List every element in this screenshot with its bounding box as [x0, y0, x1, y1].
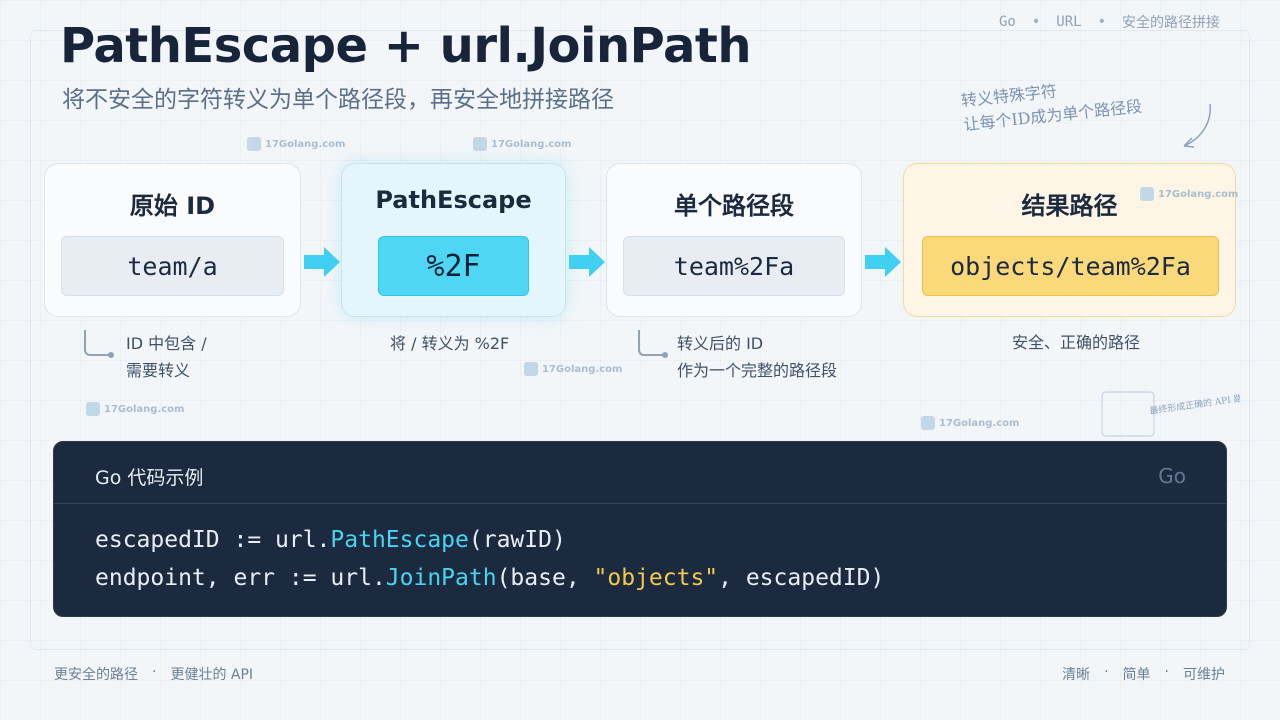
- watermark-logo-icon: [247, 137, 261, 151]
- corner-note: 最终形成正确的 API 路径: [1149, 391, 1240, 417]
- topnav-item-go: Go: [998, 14, 1016, 30]
- watermark-logo-icon: [473, 137, 487, 151]
- separator-dot: ·: [152, 664, 157, 680]
- caption-line: ID 中包含 /: [126, 334, 207, 353]
- code-header: Go 代码示例 Go: [54, 442, 1226, 504]
- topnav-item-url: URL: [1056, 14, 1082, 30]
- caption-line: 作为一个完整的路径段: [677, 361, 838, 380]
- bracket-connector: [638, 330, 668, 358]
- curved-arrow-icon: [1183, 103, 1211, 148]
- watermark-logo-icon: [86, 402, 100, 416]
- step-title: PathEscape: [375, 186, 532, 214]
- step-title: 原始 ID: [129, 192, 216, 220]
- step-card-segment: 单个路径段 team%2Fa: [606, 163, 862, 317]
- watermark-logo-icon: [524, 362, 538, 376]
- code-panel: Go 代码示例 Go escapedID := url.PathEscape(r…: [53, 441, 1227, 617]
- code-token: (base,: [496, 565, 594, 591]
- watermark: 17Golang.com: [1140, 187, 1238, 201]
- code-label: Go 代码示例: [95, 467, 204, 489]
- code-function: PathEscape: [330, 527, 469, 553]
- watermark: 17Golang.com: [921, 416, 1019, 430]
- bracket-connector: [84, 330, 114, 358]
- code-token: , escapedID): [718, 565, 885, 591]
- code-line-1: escapedID := url.PathEscape(rawID): [95, 527, 566, 553]
- watermark: 17Golang.com: [473, 137, 571, 151]
- step-value: objects/team%2Fa: [922, 236, 1219, 296]
- step-card-raw-id: 原始 ID team/a: [44, 163, 301, 317]
- footer-item: 可维护: [1183, 667, 1225, 683]
- footer-left: 更安全的路径 · 更健壮的 API: [54, 664, 253, 684]
- code-string: "objects": [593, 565, 719, 591]
- step-caption-segment: 转义后的 ID 作为一个完整的路径段: [677, 330, 837, 384]
- watermark: 17Golang.com: [524, 362, 622, 376]
- step-caption-pathescape: 将 / 转义为 %2F: [390, 330, 509, 357]
- separator-dot: •: [1097, 14, 1106, 30]
- step-value: team/a: [61, 236, 284, 296]
- footer-item: 简单: [1122, 667, 1151, 683]
- footer-right: 清晰 · 简单 · 可维护: [1062, 664, 1225, 684]
- arrow-right-icon: [569, 247, 605, 277]
- footer-item: 更安全的路径: [54, 667, 138, 683]
- watermark-logo-icon: [1140, 187, 1154, 201]
- caption-line: 需要转义: [126, 361, 191, 380]
- step-caption-result: 安全、正确的路径: [1012, 329, 1140, 356]
- footer-item: 清晰: [1062, 667, 1091, 683]
- watermark-logo-icon: [921, 416, 935, 430]
- page-title: PathEscape + url.JoinPath: [60, 18, 752, 74]
- code-language: Go: [1158, 464, 1186, 488]
- top-breadcrumb: Go • URL • 安全的路径拼接: [999, 12, 1220, 32]
- code-line-2: endpoint, err := url.JoinPath(base, "obj…: [95, 565, 884, 591]
- page-subtitle: 将不安全的字符转义为单个路径段，再安全地拼接路径: [62, 87, 614, 113]
- separator-dot: •: [1031, 14, 1041, 30]
- code-token: escapedID := url.: [95, 527, 331, 553]
- arrow-right-icon: [304, 247, 340, 277]
- step-caption-raw-id: ID 中包含 / 需要转义: [126, 330, 207, 384]
- separator-dot: ·: [1104, 664, 1109, 680]
- topnav-item-topic: 安全的路径拼接: [1122, 15, 1220, 31]
- caption-line: 安全、正确的路径: [1012, 333, 1141, 352]
- watermark: 17Golang.com: [247, 137, 345, 151]
- footer-item: 更健壮的 API: [170, 667, 254, 683]
- step-value: team%2Fa: [623, 236, 845, 296]
- step-title: 单个路径段: [674, 192, 794, 220]
- code-function: JoinPath: [385, 565, 497, 591]
- arrow-right-icon: [865, 247, 901, 277]
- caption-line: 转义后的 ID: [677, 334, 764, 353]
- step-card-pathescape: PathEscape %2F: [341, 163, 566, 317]
- separator-dot: ·: [1164, 664, 1169, 680]
- caption-line: 将 / 转义为 %2F: [390, 334, 510, 353]
- code-token: (rawID): [468, 527, 566, 553]
- code-token: endpoint, err := url.: [95, 565, 386, 591]
- sketch-doodle: 最终形成正确的 API 路径: [1101, 391, 1240, 437]
- step-value: %2F: [378, 236, 529, 296]
- watermark: 17Golang.com: [86, 402, 184, 416]
